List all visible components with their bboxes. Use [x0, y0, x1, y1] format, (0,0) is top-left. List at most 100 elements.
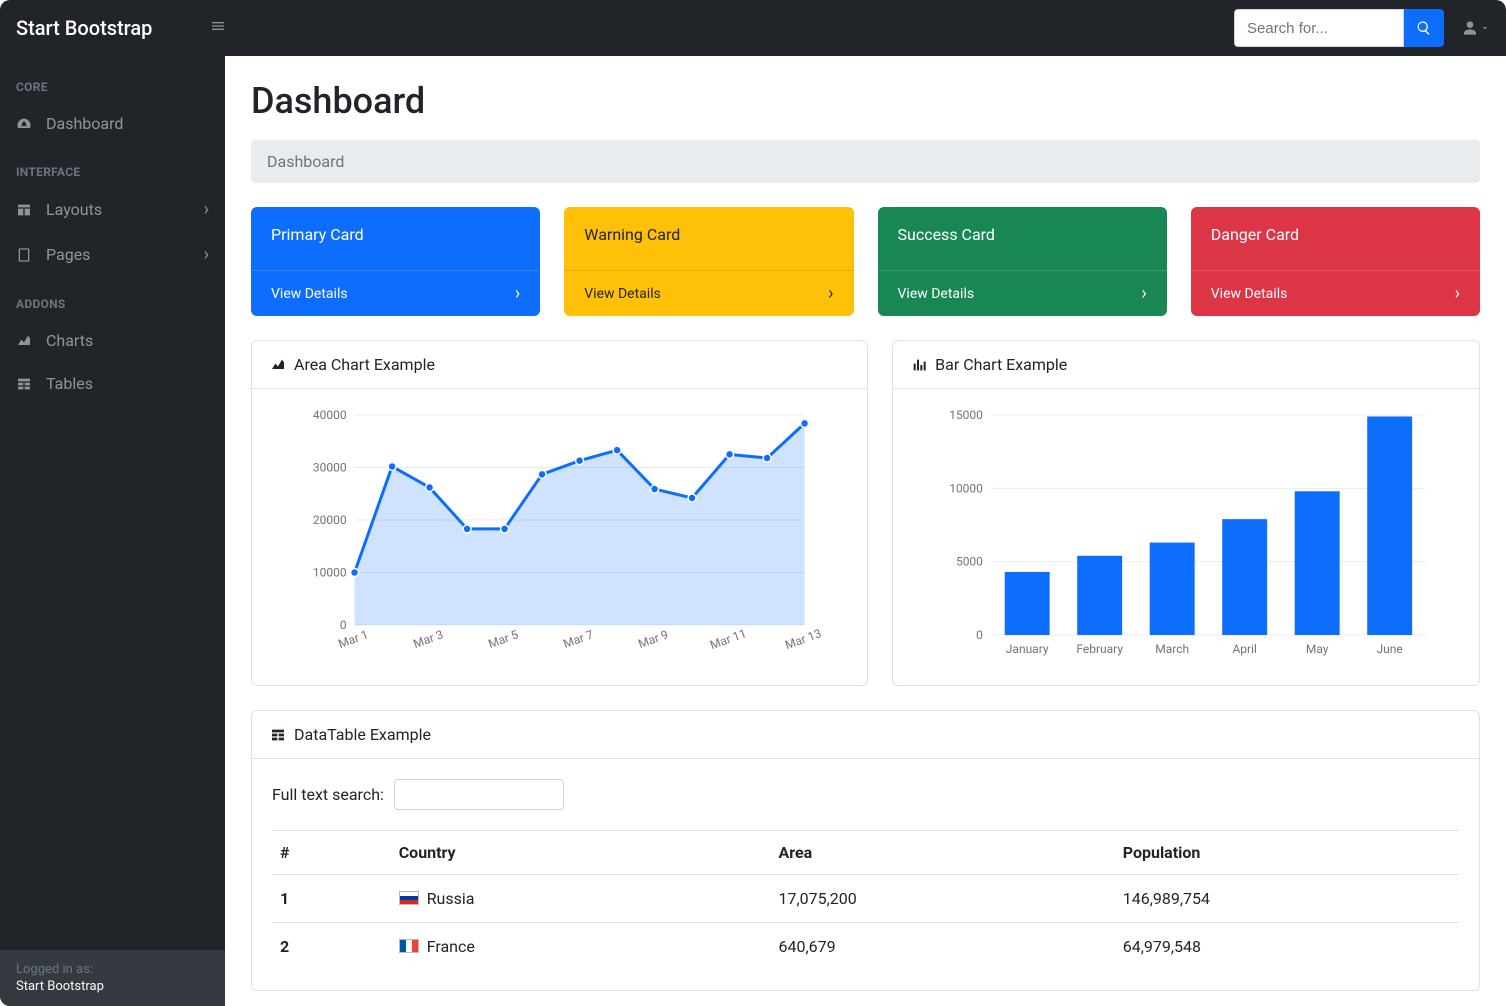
svg-text:Mar 7: Mar 7 — [561, 627, 595, 651]
user-icon — [1462, 20, 1478, 36]
cell-country: France — [391, 923, 771, 971]
svg-text:10000: 10000 — [949, 481, 983, 495]
sidebar-item-charts[interactable]: Charts — [0, 319, 225, 362]
svg-text:0: 0 — [976, 628, 983, 642]
svg-text:Mar 9: Mar 9 — [636, 627, 670, 651]
sidebar: CORE Dashboard INTERFACE Layouts Pages A… — [0, 56, 225, 1006]
th-area[interactable]: Area — [771, 831, 1115, 875]
card-link[interactable]: View Details — [1191, 270, 1480, 316]
table-icon — [16, 376, 36, 392]
svg-text:May: May — [1306, 642, 1329, 656]
cell-idx: 1 — [272, 875, 391, 923]
th-idx[interactable]: # — [272, 831, 391, 875]
table-search-input[interactable] — [394, 779, 564, 810]
area-chart: 010000200003000040000Mar 1Mar 3Mar 5Mar … — [270, 405, 849, 665]
svg-text:Mar 13: Mar 13 — [783, 626, 823, 652]
sidebar-item-dashboard[interactable]: Dashboard — [0, 102, 225, 145]
user-dropdown[interactable] — [1462, 20, 1490, 36]
svg-text:40000: 40000 — [313, 408, 347, 422]
topnav: Start Bootstrap — [0, 0, 1506, 56]
card-link-label: View Details — [898, 286, 975, 302]
svg-text:15000: 15000 — [949, 408, 983, 422]
panel-title: Bar Chart Example — [935, 355, 1067, 374]
svg-text:20000: 20000 — [313, 513, 347, 527]
card-link[interactable]: View Details — [564, 270, 853, 316]
flag-icon — [399, 891, 419, 905]
sidebar-item-label: Charts — [46, 331, 93, 350]
table-search-label: Full text search: — [272, 785, 384, 804]
chevron-right-icon — [1141, 283, 1146, 304]
tachometer-icon — [16, 116, 36, 132]
bar-chart: 0 5000 10000 15000 January February March April… — [911, 405, 1461, 665]
danger-card: Danger Card View Details — [1191, 207, 1480, 316]
cell-area: 17,075,200 — [771, 875, 1115, 923]
svg-text:January: January — [1006, 642, 1049, 656]
sidebar-item-layouts[interactable]: Layouts — [0, 187, 225, 232]
card-link-label: View Details — [1211, 286, 1288, 302]
sidebar-toggle-button[interactable] — [202, 10, 234, 46]
svg-text:10000: 10000 — [313, 566, 347, 580]
sidebar-item-label: Tables — [46, 374, 93, 393]
warning-card: Warning Card View Details — [564, 207, 853, 316]
svg-text:Mar 3: Mar 3 — [411, 627, 445, 651]
card-link[interactable]: View Details — [251, 270, 540, 316]
datatable-panel: DataTable Example Full text search: # Co… — [251, 710, 1480, 991]
sidebar-item-label: Layouts — [46, 200, 102, 219]
card-title: Danger Card — [1191, 207, 1480, 270]
login-username: Start Bootstrap — [16, 979, 209, 994]
search-group — [1234, 9, 1444, 47]
svg-text:June: June — [1377, 642, 1403, 656]
cell-idx: 2 — [272, 923, 391, 971]
chart-bar-icon — [911, 357, 927, 373]
sidebar-item-label: Dashboard — [46, 114, 123, 133]
card-link[interactable]: View Details — [878, 270, 1167, 316]
columns-icon — [16, 202, 36, 218]
search-input[interactable] — [1234, 9, 1404, 47]
svg-text:5000: 5000 — [956, 555, 983, 569]
sidebar-heading-core: CORE — [0, 68, 225, 102]
sidebar-item-tables[interactable]: Tables — [0, 362, 225, 405]
breadcrumb: Dashboard — [251, 140, 1480, 183]
table-icon — [270, 727, 286, 743]
page-title: Dashboard — [251, 80, 1480, 122]
svg-text:March: March — [1155, 642, 1189, 656]
svg-text:Mar 11: Mar 11 — [708, 626, 748, 652]
bars-icon — [210, 18, 226, 34]
th-population[interactable]: Population — [1115, 831, 1459, 875]
card-link-label: View Details — [271, 286, 348, 302]
panel-title: Area Chart Example — [294, 355, 435, 374]
primary-card: Primary Card View Details — [251, 207, 540, 316]
book-icon — [16, 247, 36, 263]
success-card: Success Card View Details — [878, 207, 1167, 316]
table-row: 2France640,67964,979,548 — [272, 923, 1459, 971]
chevron-right-icon — [204, 244, 209, 265]
card-link-label: View Details — [584, 286, 661, 302]
main-content: Dashboard Dashboard Primary Card View De… — [225, 56, 1506, 1006]
cell-population: 64,979,548 — [1115, 923, 1459, 971]
bar-chart-panel: Bar Chart Example 0 5000 10000 15000 January… — [892, 340, 1480, 686]
data-table: # Country Area Population 1Russia17,075,… — [272, 830, 1459, 970]
svg-text:0: 0 — [340, 618, 347, 632]
table-header-row: # Country Area Population — [272, 831, 1459, 875]
card-title: Success Card — [878, 207, 1167, 270]
card-title: Warning Card — [564, 207, 853, 270]
sidebar-item-label: Pages — [46, 245, 90, 264]
flag-icon — [399, 939, 419, 953]
brand[interactable]: Start Bootstrap — [16, 16, 152, 40]
svg-text:30000: 30000 — [313, 461, 347, 475]
search-button[interactable] — [1404, 9, 1444, 47]
cell-population: 146,989,754 — [1115, 875, 1459, 923]
panel-title: DataTable Example — [294, 725, 431, 744]
svg-text:April: April — [1233, 642, 1257, 656]
svg-text:February: February — [1076, 642, 1123, 656]
sidebar-heading-interface: INTERFACE — [0, 145, 225, 187]
chevron-right-icon — [204, 199, 209, 220]
chevron-right-icon — [1455, 283, 1460, 304]
chevron-right-icon — [828, 283, 833, 304]
sidebar-footer: Logged in as: Start Bootstrap — [0, 950, 225, 1006]
th-country[interactable]: Country — [391, 831, 771, 875]
sidebar-item-pages[interactable]: Pages — [0, 232, 225, 277]
cell-area: 640,679 — [771, 923, 1115, 971]
area-chart-panel: Area Chart Example 0 10000 20000 30000 40000… — [251, 340, 868, 686]
sidebar-heading-addons: ADDONS — [0, 277, 225, 319]
